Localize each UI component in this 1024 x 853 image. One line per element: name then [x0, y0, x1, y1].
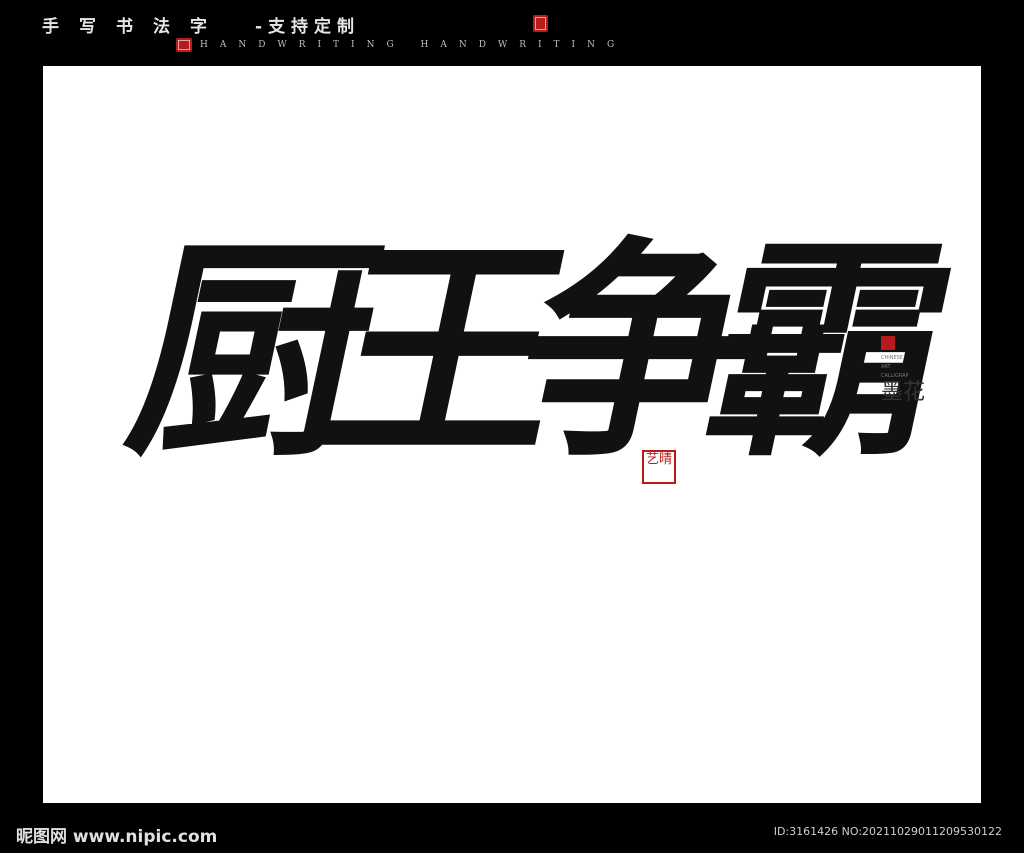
artist-stamp: 艺晴 [642, 450, 676, 484]
header-title: 手写书法字 -支持定制 [42, 12, 360, 37]
header-title-suffix: -支持定制 [255, 17, 361, 37]
header-subtitle: HANDWRITING HANDWRITING [200, 40, 627, 50]
signature-line: CALLIGRAP [881, 373, 909, 379]
header-seal-right-icon [533, 15, 548, 32]
header-seal-left-icon [176, 38, 192, 52]
header-title-main: 手写书法字 [42, 17, 227, 37]
image-id: ID:3161426 NO:20211029011209530122 [773, 825, 1002, 838]
signature-seal-icon [881, 336, 895, 350]
calligraphy-text: 厨王争霸 [110, 215, 937, 488]
site-logo: 昵图网 www.nipic.com [16, 827, 218, 847]
artwork-canvas: 厨王争霸 艺晴 CHINESE ART CALLIGRAP 墨花 [43, 66, 981, 803]
signature-block: CHINESE ART CALLIGRAP 墨花 [881, 336, 925, 405]
signature-line: ART [881, 364, 891, 370]
signature-glyph: 墨花 [881, 380, 926, 405]
signature-line: CHINESE [881, 355, 903, 361]
